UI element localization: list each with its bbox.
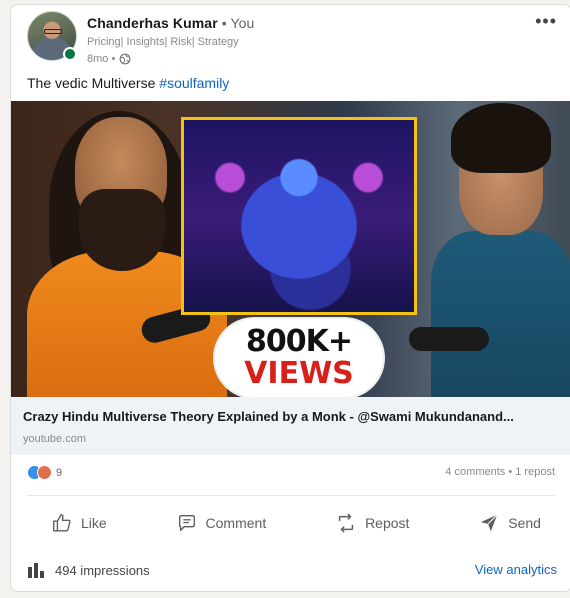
post-header: Chanderhas Kumar • You Pricing| Insights… — [27, 11, 557, 71]
repost-label: Repost — [365, 515, 410, 531]
stats-separator: • — [505, 466, 516, 478]
author-name-text[interactable]: Chanderhas Kumar — [87, 15, 218, 31]
post-card: Chanderhas Kumar • You Pricing| Insights… — [10, 4, 570, 592]
divider — [27, 495, 555, 496]
you-label: • You — [217, 15, 255, 31]
hashtag-link[interactable]: #soulfamily — [159, 75, 229, 91]
thumbs-up-icon — [53, 514, 71, 532]
post-text: The vedic Multiverse #soulfamily — [27, 75, 229, 91]
microphone-right — [409, 327, 489, 351]
online-status-dot — [63, 47, 77, 61]
host-figure — [431, 101, 570, 397]
view-analytics-link[interactable]: View analytics — [475, 562, 557, 577]
comment-label: Comment — [205, 515, 267, 531]
avatar-glasses — [44, 29, 62, 34]
like-label: Like — [81, 515, 107, 531]
monk-figure — [27, 111, 227, 397]
reposts-count[interactable]: 1 repost — [515, 466, 555, 478]
reaction-count: 9 — [56, 466, 63, 479]
video-thumbnail[interactable]: 800K+ VIEWS — [11, 101, 570, 397]
comment-button[interactable]: Comment — [166, 505, 277, 541]
post-footer: 494 impressions View analytics — [27, 557, 557, 583]
views-word: VIEWS — [244, 356, 354, 391]
like-button[interactable]: Like — [41, 505, 117, 541]
impressions[interactable]: 494 impressions — [27, 561, 150, 579]
comments-count[interactable]: 4 comments — [445, 466, 505, 478]
engagement-stats: 4 comments • 1 repost — [445, 466, 555, 478]
post-meta: 8mo • — [87, 53, 131, 65]
send-icon — [481, 514, 498, 532]
post-text-body: The vedic Multiverse — [27, 75, 160, 91]
action-bar: Like Comment Repost Send — [41, 505, 551, 541]
author-name[interactable]: Chanderhas Kumar • You — [87, 15, 254, 31]
link-preview[interactable]: Crazy Hindu Multiverse Theory Explained … — [11, 397, 570, 455]
social-counts: 9 4 comments • 1 repost — [27, 461, 555, 485]
views-number: 800K+ — [245, 324, 353, 359]
more-options-icon[interactable]: ••• — [535, 11, 557, 32]
send-label: Send — [508, 515, 541, 531]
send-button[interactable]: Send — [468, 505, 551, 541]
globe-icon — [119, 53, 131, 65]
impressions-count: 494 impressions — [55, 562, 150, 578]
repost-button[interactable]: Repost — [325, 505, 419, 541]
author-headline: Pricing| Insights| Risk| Strategy — [87, 36, 239, 48]
link-title[interactable]: Crazy Hindu Multiverse Theory Explained … — [23, 409, 514, 424]
bar-chart-icon — [28, 563, 44, 578]
repost-icon — [338, 513, 354, 533]
post-time: 8mo • — [87, 53, 116, 65]
deity-artwork — [181, 117, 417, 315]
reactions-summary[interactable]: 9 — [27, 465, 62, 480]
link-domain: youtube.com — [23, 433, 86, 445]
love-reaction-icon — [37, 465, 52, 480]
comment-icon — [178, 514, 195, 532]
views-badge: 800K+ VIEWS — [215, 319, 383, 397]
